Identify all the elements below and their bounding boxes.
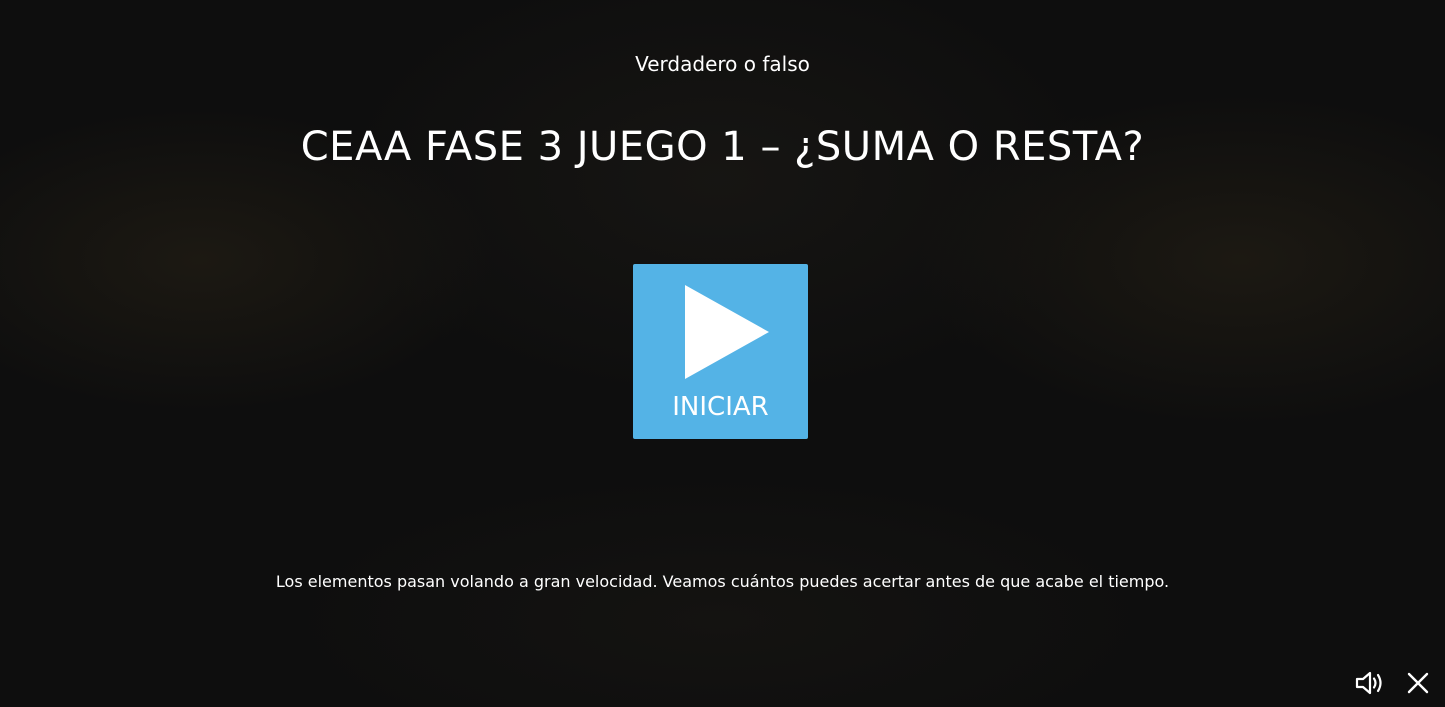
game-stage: Verdadero o falso CEAA FASE 3 JUEGO 1 – …: [0, 0, 1445, 707]
start-button-label: INICIAR: [672, 392, 769, 422]
window-controls: [1355, 667, 1433, 699]
play-icon: [685, 285, 769, 379]
close-button[interactable]: [1403, 668, 1433, 698]
activity-type-label: Verdadero o falso: [635, 52, 810, 76]
close-icon: [1407, 672, 1429, 694]
activity-description: Los elementos pasan volando a gran veloc…: [275, 572, 1170, 591]
activity-title: CEAA FASE 3 JUEGO 1 – ¿SUMA O RESTA?: [300, 124, 1145, 170]
speaker-icon: [1355, 671, 1382, 695]
sound-toggle-button[interactable]: [1355, 668, 1385, 698]
start-button[interactable]: INICIAR: [633, 264, 808, 439]
